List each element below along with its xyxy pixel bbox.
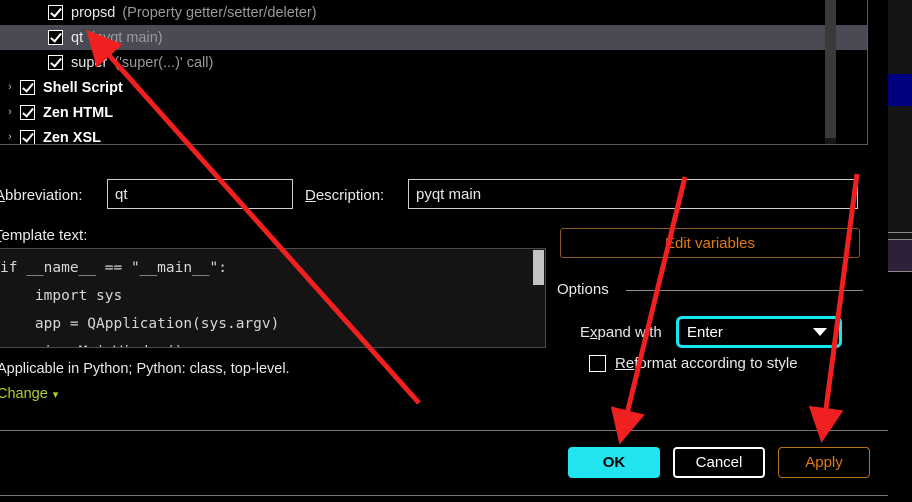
- template-list[interactable]: propsd (Property getter/setter/deleter) q…: [0, 0, 868, 145]
- template-description: ('super(...)' call): [114, 54, 214, 71]
- template-list-item-content: Zen HTML: [20, 105, 113, 121]
- cancel-button[interactable]: Cancel: [673, 447, 765, 478]
- template-list-item[interactable]: super ('super(...)' call): [0, 50, 867, 75]
- template-text-scrollbar[interactable]: [533, 250, 544, 347]
- apply-button[interactable]: Apply: [778, 447, 870, 478]
- footer-divider: [0, 430, 888, 431]
- change-context-link[interactable]: Change ▾: [0, 386, 58, 402]
- background-band: [888, 106, 912, 232]
- template-text-label: Template text:: [0, 227, 88, 244]
- expand-with-label: Expand with: [580, 324, 662, 341]
- template-abbreviation: Shell Script: [43, 79, 123, 96]
- ok-label: OK: [602, 454, 626, 471]
- template-list-item-content: Zen XSL: [20, 129, 102, 145]
- template-abbreviation: qt: [71, 29, 84, 46]
- template-list-item[interactable]: › Zen HTML: [0, 100, 867, 125]
- dialog-bottom-border: [0, 495, 888, 496]
- background-window-strip: [888, 0, 912, 502]
- template-list-item[interactable]: propsd (Property getter/setter/deleter): [0, 0, 867, 25]
- cancel-label: Cancel: [695, 454, 743, 471]
- expand-with-select[interactable]: Enter: [676, 316, 842, 348]
- checkbox-icon[interactable]: [589, 355, 606, 372]
- background-blue-block: [888, 74, 912, 106]
- scrollbar-thumb[interactable]: [825, 0, 836, 138]
- template-list-item-content: qt (pyqt main): [48, 30, 163, 46]
- live-template-dialog: propsd (Property getter/setter/deleter) q…: [0, 0, 888, 502]
- template-text-content: if __name__ == "__main__": import sys ap…: [0, 260, 280, 347]
- options-group-divider: [626, 290, 863, 291]
- template-list-item[interactable]: qt (pyqt main): [0, 25, 867, 50]
- template-abbreviation: super: [71, 54, 108, 71]
- template-text-editor[interactable]: if __name__ == "__main__": import sys ap…: [0, 248, 546, 348]
- abbreviation-input[interactable]: qt: [107, 179, 293, 209]
- template-list-item[interactable]: › Shell Script: [0, 75, 867, 100]
- background-band: [888, 0, 912, 74]
- template-description: (pyqt main): [90, 29, 163, 46]
- chevron-right-icon[interactable]: ›: [0, 107, 20, 118]
- background-purple-block: [888, 240, 912, 271]
- template-list-rows: propsd (Property getter/setter/deleter) q…: [0, 0, 867, 145]
- template-abbreviation: Zen XSL: [43, 129, 102, 145]
- abbreviation-label: Abbreviation:: [0, 187, 83, 204]
- checkbox-icon[interactable]: [20, 80, 35, 95]
- abbreviation-value: qt: [115, 185, 128, 203]
- ok-button[interactable]: OK: [568, 447, 660, 478]
- description-value: pyqt main: [416, 185, 482, 203]
- template-list-item-content: Shell Script: [20, 80, 123, 96]
- chevron-right-icon[interactable]: ›: [0, 82, 20, 93]
- options-group-label: Options: [557, 281, 609, 298]
- template-description: (Property getter/setter/deleter): [122, 4, 317, 21]
- edit-variables-button[interactable]: Edit variables: [560, 228, 860, 258]
- checkbox-icon[interactable]: [48, 55, 63, 70]
- template-list-item[interactable]: › Zen XSL: [0, 125, 867, 145]
- reformat-label: Reformat according to style: [615, 355, 798, 372]
- description-input[interactable]: pyqt main: [408, 179, 858, 209]
- scrollbar-thumb[interactable]: [533, 250, 544, 285]
- template-abbreviation: propsd: [71, 4, 116, 21]
- checkbox-icon[interactable]: [48, 5, 63, 20]
- template-list-item-content: super ('super(...)' call): [48, 55, 213, 71]
- description-label: Description:: [305, 187, 385, 204]
- background-divider: [888, 271, 912, 272]
- checkbox-icon[interactable]: [20, 105, 35, 120]
- template-abbreviation: Zen HTML: [43, 104, 114, 121]
- checkbox-icon[interactable]: [20, 130, 35, 144]
- template-list-item-content: propsd (Property getter/setter/deleter): [48, 5, 317, 21]
- applicable-context-text: Applicable in Python; Python: class, top…: [0, 361, 290, 377]
- change-label: Change: [0, 386, 48, 402]
- chevron-right-icon[interactable]: ›: [0, 132, 20, 143]
- screenshot-root: propsd (Property getter/setter/deleter) q…: [0, 0, 912, 502]
- expand-with-value: Enter: [687, 323, 723, 341]
- edit-variables-label: Edit variables: [664, 234, 756, 252]
- reformat-according-to-style-checkbox[interactable]: Reformat according to style: [589, 355, 798, 372]
- template-list-scrollbar[interactable]: [825, 0, 836, 144]
- apply-label: Apply: [805, 454, 843, 471]
- chevron-down-icon: ▾: [52, 388, 59, 401]
- checkbox-icon[interactable]: [48, 30, 63, 45]
- chevron-down-icon: [813, 328, 827, 336]
